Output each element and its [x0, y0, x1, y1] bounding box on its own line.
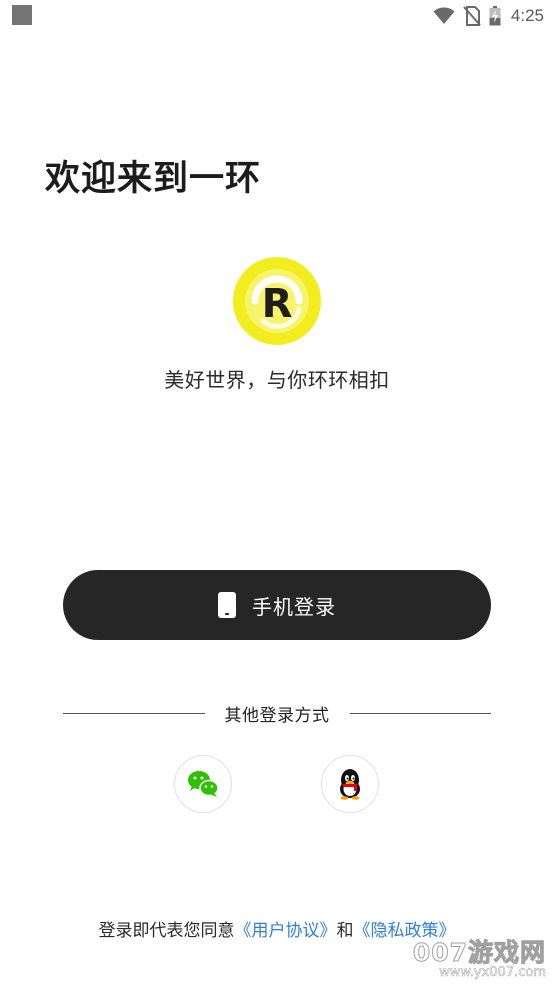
qq-penguin-icon	[340, 769, 360, 800]
qq-login-button[interactable]	[321, 755, 379, 813]
page-title: 欢迎来到一环	[45, 159, 262, 199]
notification-square-icon	[12, 5, 32, 25]
phone-login-label: 手机登录	[252, 594, 336, 619]
other-login-divider: 其他登录方式	[63, 700, 491, 726]
status-icons: 4:25	[433, 4, 544, 28]
wechat-icon	[188, 771, 219, 797]
divider-line-right	[349, 712, 491, 714]
watermark: 007游戏网 www.yx007.com	[412, 938, 546, 980]
user-agreement-link[interactable]: 《用户协议》	[235, 921, 337, 941]
status-bar: 4:25	[0, 0, 554, 32]
watermark-sub: www.yx007.com	[439, 965, 546, 980]
other-login-label: 其他登录方式	[224, 705, 330, 726]
agreement-prefix: 登录即代表您同意	[98, 921, 235, 941]
watermark-main: 007游戏网	[412, 938, 546, 967]
phone-login-button[interactable]: 手机登录	[63, 570, 491, 640]
logo-letter: R	[262, 281, 293, 327]
phone-icon	[218, 592, 236, 618]
status-time: 4:25	[510, 6, 544, 25]
slogan: 美好世界，与你环环相扣	[164, 368, 390, 392]
wechat-login-button[interactable]	[174, 755, 232, 813]
wifi-icon	[433, 7, 455, 24]
agreement-text: 登录即代表您同意《用户协议》和《隐私政策》	[0, 916, 554, 941]
app-logo: R	[233, 257, 321, 345]
privacy-policy-link[interactable]: 《隐私政策》	[354, 921, 456, 941]
battery-charging-icon	[489, 6, 501, 26]
agreement-conjunction: 和	[336, 921, 354, 941]
divider-line-left	[63, 712, 205, 714]
no-sim-icon	[463, 6, 481, 26]
